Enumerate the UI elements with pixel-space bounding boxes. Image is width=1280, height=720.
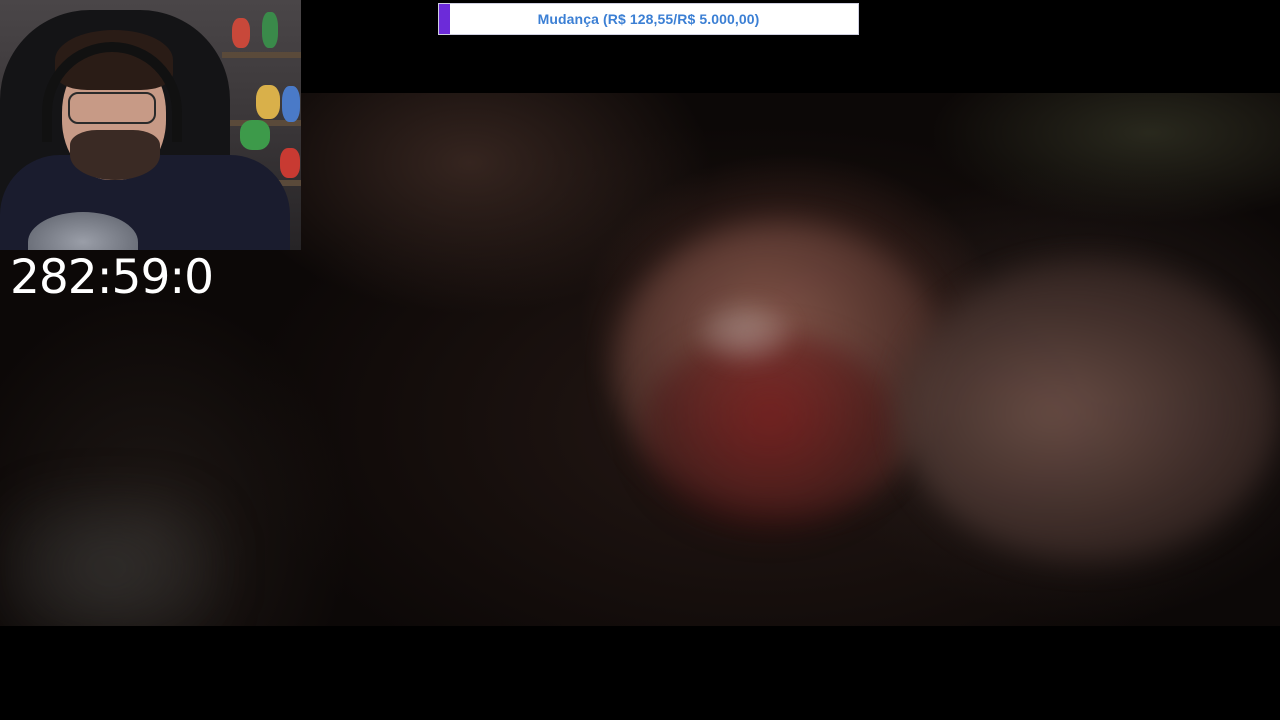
donation-goal-bar: Mudança (R$ 128,55/R$ 5.000,00) [438, 3, 859, 35]
toy-figure [256, 85, 280, 119]
toy-figure [280, 148, 300, 178]
scene-highlight [700, 303, 790, 363]
scene-blur-left [0, 493, 220, 626]
toy-figure [262, 12, 278, 48]
shelf [222, 52, 301, 58]
toy-figure [240, 120, 270, 150]
donation-goal-text: Mudança (R$ 128,55/R$ 5.000,00) [537, 11, 760, 27]
scene-hand-shape [900, 263, 1280, 563]
stream-frame: Mudança (R$ 128,55/R$ 5.000,00) 282:59:0 [0, 0, 1280, 720]
scene-blood-shape [640, 333, 900, 533]
webcam-overlay [0, 0, 301, 250]
subathon-timer: 282:59:0 [10, 250, 214, 305]
toy-figure [232, 18, 250, 48]
toy-figure [282, 86, 300, 122]
